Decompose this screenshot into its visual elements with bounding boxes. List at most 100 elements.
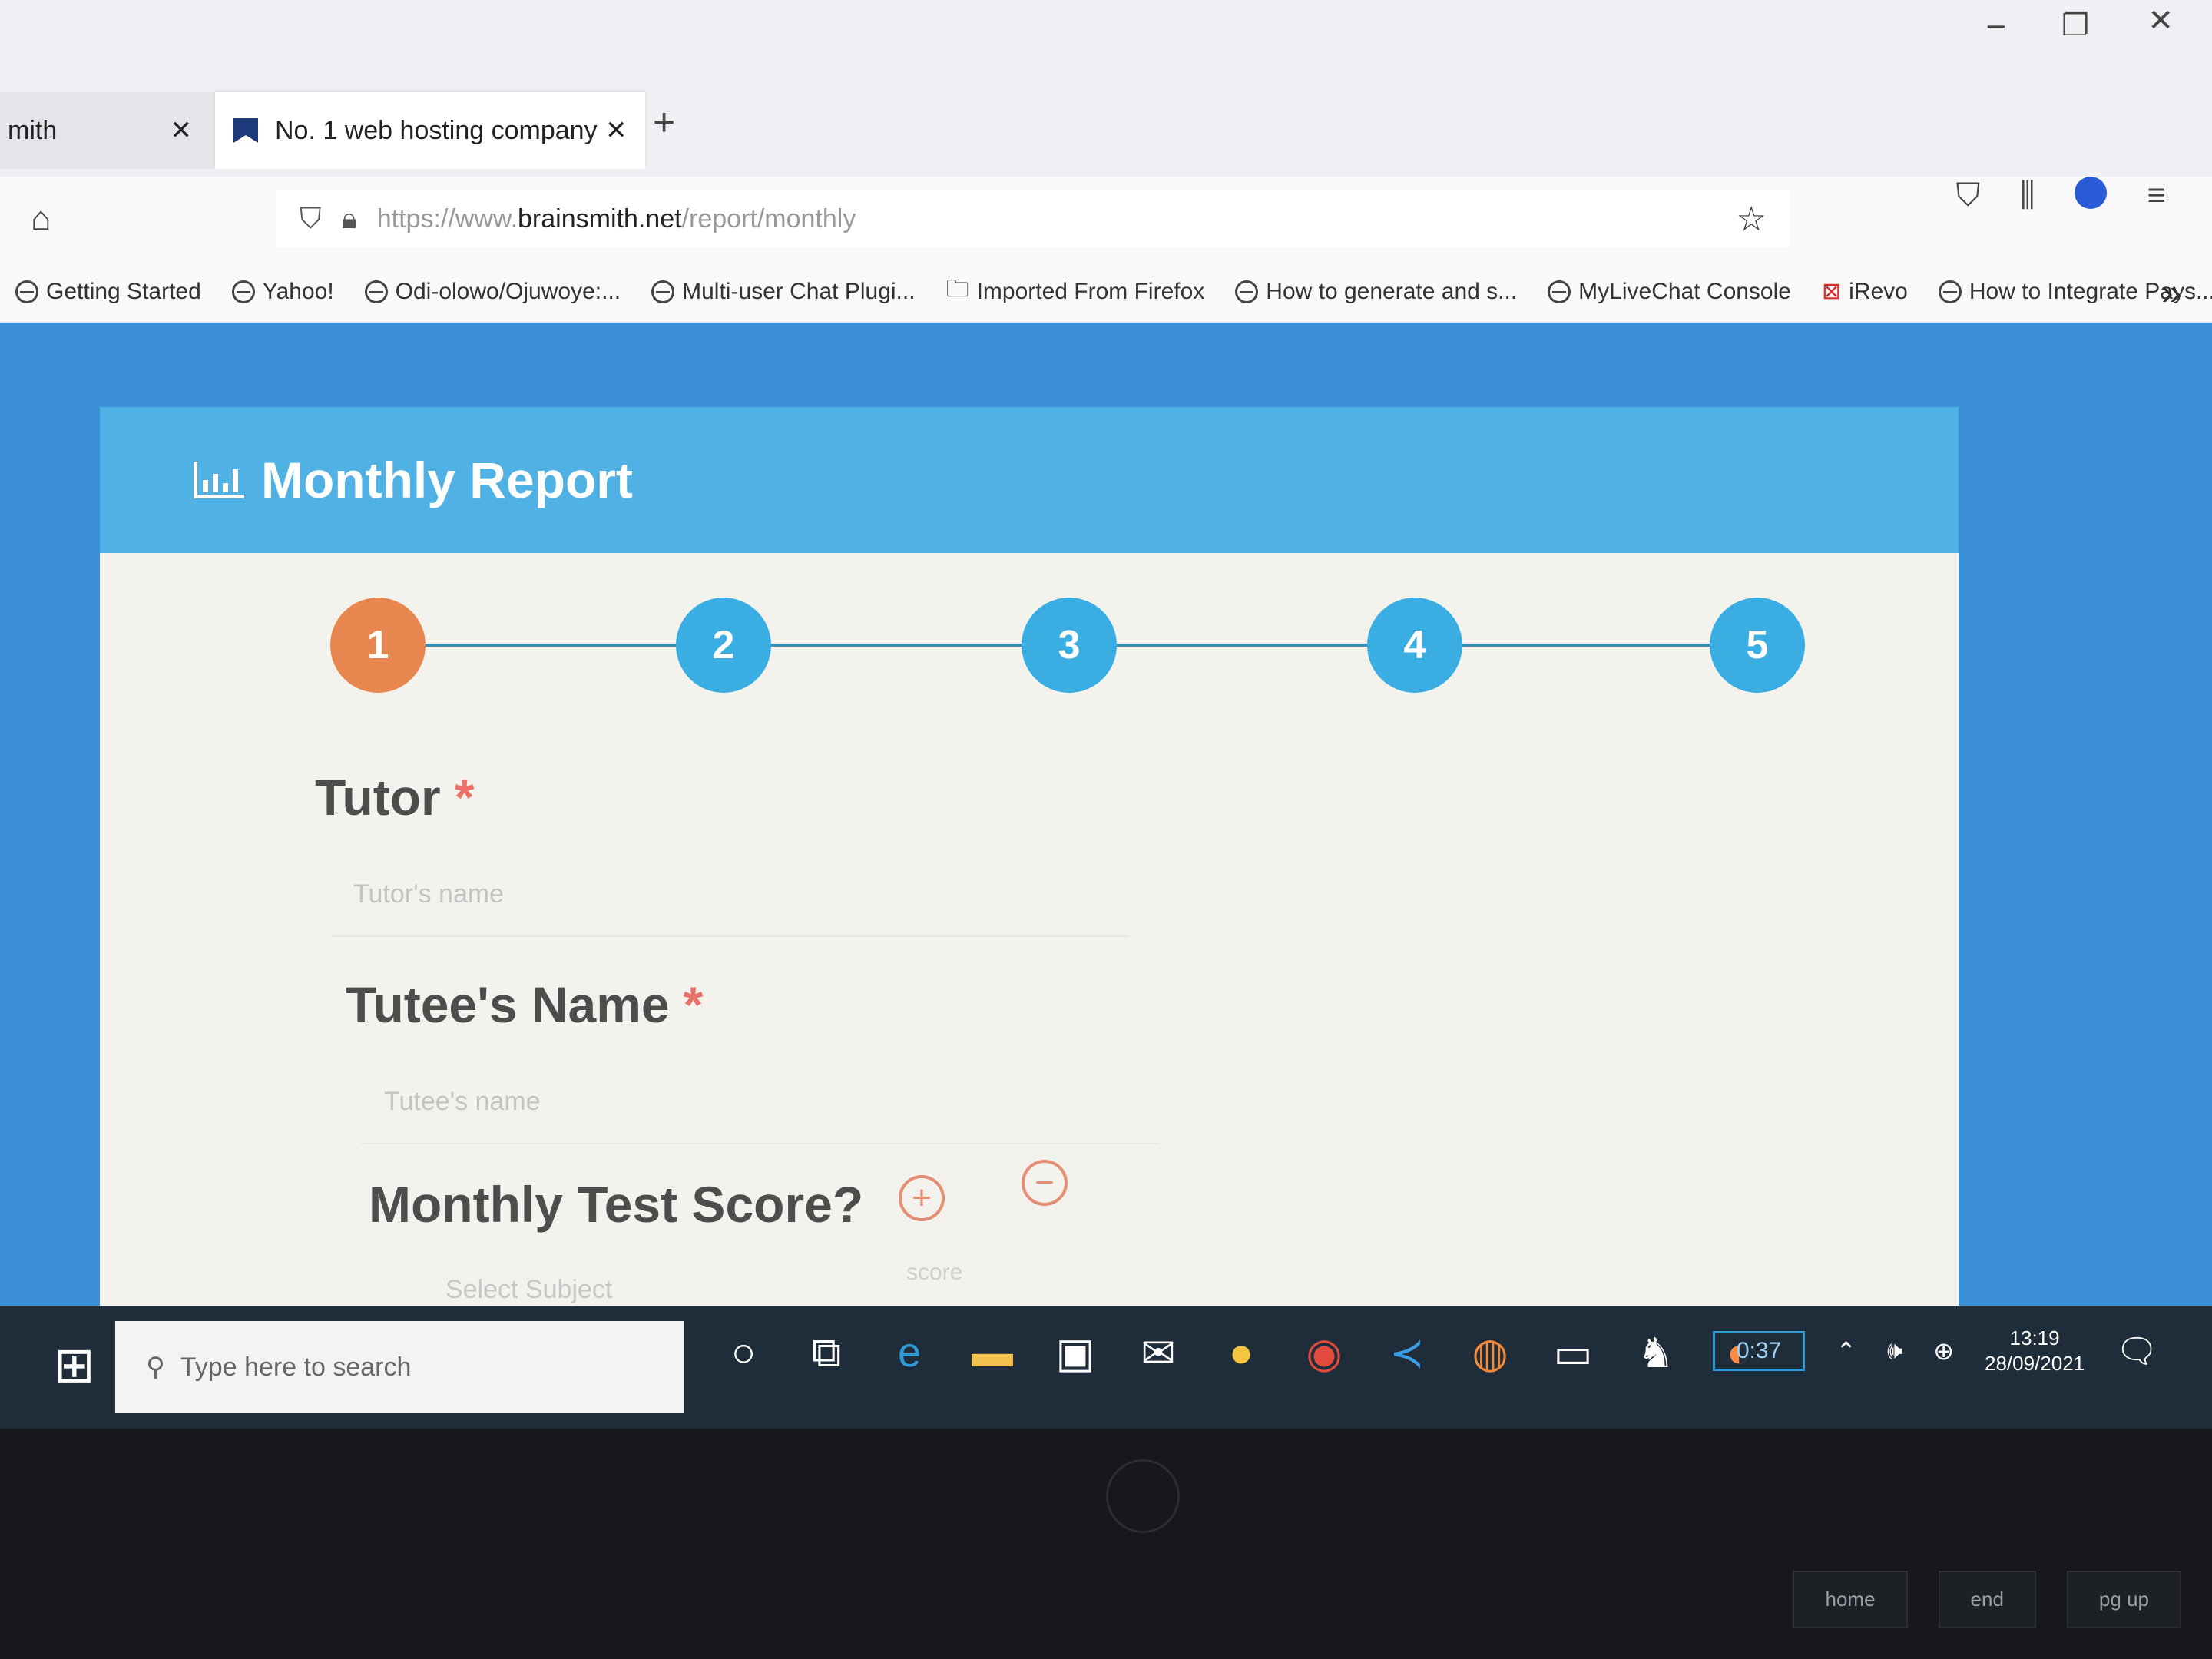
bookmark-item[interactable]: How to generate and s... (1235, 279, 1517, 305)
bookmark-item[interactable]: ⊠ iRevo (1822, 278, 1908, 305)
step-1[interactable]: 1 (330, 598, 426, 693)
tutee-label-text: Tutee's Name (346, 976, 670, 1033)
tutee-name-input[interactable] (361, 1060, 1160, 1144)
navigation-bar: ⌂ ⛉ 🔒︎ https://www. brainsmith.net /repo… (0, 177, 2212, 261)
volume-icon[interactable]: 🕪︎ (1887, 1336, 1902, 1366)
step-2[interactable]: 2 (676, 598, 771, 693)
report-card: Monthly Report 1 2 3 4 5 Tutor* Tutee's … (100, 407, 1959, 1390)
score-input[interactable]: score (906, 1260, 962, 1286)
mail-icon[interactable]: ✉ (1137, 1329, 1180, 1377)
minimize-icon[interactable]: – (1988, 8, 2005, 42)
clock[interactable]: 13:19 28/09/2021 (1985, 1326, 2085, 1376)
tutor-label: Tutor * (315, 768, 474, 826)
edge-icon[interactable]: e (888, 1329, 931, 1377)
tutor-label-text: Tutor (315, 769, 441, 826)
key-end: end (1938, 1571, 2036, 1628)
bookmarks-overflow-button[interactable]: » (2161, 271, 2181, 313)
bookmark-label: Getting Started (46, 278, 201, 304)
screen: – ❐ ✕ mith ✕ No. 1 web hosting company i… (0, 0, 2212, 1429)
vscode-icon[interactable]: ≺ (1386, 1329, 1429, 1377)
subject-select[interactable]: Select Subject (445, 1275, 612, 1305)
task-view-icon[interactable]: ⧉ (805, 1329, 848, 1377)
page-title: Monthly Report (261, 452, 633, 508)
restore-icon[interactable]: ❐ (2061, 8, 2089, 43)
bookmark-label: Yahoo! (262, 278, 334, 304)
windows-taskbar: ⊞ ⚲ Type here to search ○ ⧉ e ▬ ▣ ✉ ● ◉ … (0, 1306, 2212, 1429)
url-path: /report/monthly (681, 204, 856, 233)
store-icon[interactable]: ▣ (1054, 1329, 1097, 1377)
progress-stepper: 1 2 3 4 5 (330, 591, 1805, 699)
postgres-icon[interactable]: ♞ (1634, 1329, 1677, 1377)
step-4[interactable]: 4 (1367, 598, 1462, 693)
menu-icon[interactable]: ≡ (2147, 177, 2166, 214)
globe-icon (651, 280, 675, 303)
tutor-name-input[interactable] (330, 853, 1129, 937)
step-5[interactable]: 5 (1710, 598, 1805, 693)
windows-start-icon[interactable]: ⊞ (54, 1336, 95, 1394)
battery-timer[interactable]: 0:37 (1712, 1330, 1806, 1371)
address-bar[interactable]: ⛉ 🔒︎ https://www. brainsmith.net /report… (276, 190, 1790, 247)
remove-score-button[interactable]: − (1022, 1160, 1068, 1206)
globe-icon (1235, 280, 1259, 303)
keyboard-keys: home end pg up (1793, 1571, 2181, 1628)
irevo-icon: ⊠ (1821, 279, 1842, 304)
page-content: Monthly Report 1 2 3 4 5 Tutor* Tutee's … (0, 323, 2212, 1390)
bookmark-label: MyLiveChat Console (1578, 278, 1791, 304)
clock-time: 13:19 (2009, 1326, 2060, 1349)
cortana-icon[interactable]: ○ (722, 1329, 765, 1377)
close-tab-icon[interactable]: ✕ (605, 115, 628, 146)
bookmark-label: Multi-user Chat Plugi... (682, 278, 916, 304)
bookmarks-bar: Getting Started Yahoo! Odi-olowo/Ojuwoye… (0, 261, 2212, 323)
network-globe-icon[interactable]: ⊕ (1933, 1336, 1954, 1366)
lock-icon[interactable]: 🔒︎ (342, 203, 357, 236)
sublime-icon[interactable]: ◍ (1469, 1329, 1512, 1377)
globe-icon (231, 280, 255, 303)
bookmark-folder[interactable]: 🗀︎ Imported From Firefox (946, 272, 1205, 311)
clock-date: 28/09/2021 (1985, 1351, 2085, 1375)
required-icon: * (683, 976, 704, 1033)
test-score-label: Monthly Test Score? (369, 1176, 864, 1233)
bookmark-item[interactable]: Getting Started (15, 279, 201, 305)
globe-icon (15, 280, 38, 303)
url-prefix: https://www. (376, 204, 518, 233)
tab-label: No. 1 web hosting company in (275, 115, 598, 145)
chevron-up-icon[interactable]: ⌃ (1836, 1336, 1856, 1366)
chrome-icon[interactable]: ◉ (1303, 1329, 1346, 1377)
required-icon: * (454, 769, 475, 826)
close-window-icon[interactable]: ✕ (2147, 3, 2174, 38)
taskbar-apps: ○ ⧉ e ▬ ▣ ✉ ● ◉ ≺ ◍ ▭ ♞ ◐ (722, 1329, 1760, 1377)
taskbar-search[interactable]: ⚲ Type here to search (115, 1321, 684, 1413)
home-icon[interactable]: ⌂ (31, 200, 51, 238)
tab-label: mith (8, 115, 58, 145)
bookmark-item[interactable]: MyLiveChat Console (1548, 279, 1791, 305)
bookmark-item[interactable]: Odi-olowo/Ojuwoye:... (364, 279, 621, 305)
pocket-icon[interactable]: ⛉ (1956, 177, 1981, 214)
tab-previous[interactable]: mith ✕ (0, 92, 215, 169)
terminal-icon[interactable]: ▭ (1551, 1329, 1594, 1377)
browser-tab-strip: – ❐ ✕ mith ✕ No. 1 web hosting company i… (0, 0, 2212, 177)
globe-icon (1938, 280, 1962, 303)
close-tab-icon[interactable]: ✕ (171, 115, 193, 146)
step-3[interactable]: 3 (1022, 598, 1117, 693)
url-host: brainsmith.net (518, 204, 682, 233)
file-explorer-icon[interactable]: ▬ (971, 1329, 1014, 1377)
bookmark-item[interactable]: Multi-user Chat Plugi... (651, 278, 916, 305)
add-score-button[interactable]: + (899, 1175, 945, 1221)
tutee-name-label: Tutee's Name * (346, 975, 703, 1034)
search-placeholder: Type here to search (180, 1352, 412, 1382)
norton-icon[interactable]: ● (1220, 1329, 1263, 1377)
toolbar-right: ⛉ ⫼ ≡ (1956, 177, 2166, 214)
bookmark-item[interactable]: Yahoo! (231, 278, 334, 305)
key-home: home (1793, 1571, 1908, 1628)
notification-icon[interactable]: 🗨︎ (2115, 1331, 2158, 1371)
library-icon[interactable]: ⫼ (2020, 177, 2035, 214)
shield-icon[interactable]: ⛉ (300, 203, 322, 236)
laptop-logo (1106, 1459, 1180, 1533)
folder-icon: 🗀︎ (945, 276, 969, 302)
bookmark-label: Imported From Firefox (976, 278, 1205, 304)
new-tab-button[interactable]: + (653, 100, 675, 144)
tab-active[interactable]: No. 1 web hosting company in ✕ (215, 92, 645, 169)
bookmark-star-icon[interactable]: ☆ (1737, 200, 1767, 239)
account-icon[interactable] (2075, 177, 2108, 209)
globe-icon (364, 280, 388, 303)
